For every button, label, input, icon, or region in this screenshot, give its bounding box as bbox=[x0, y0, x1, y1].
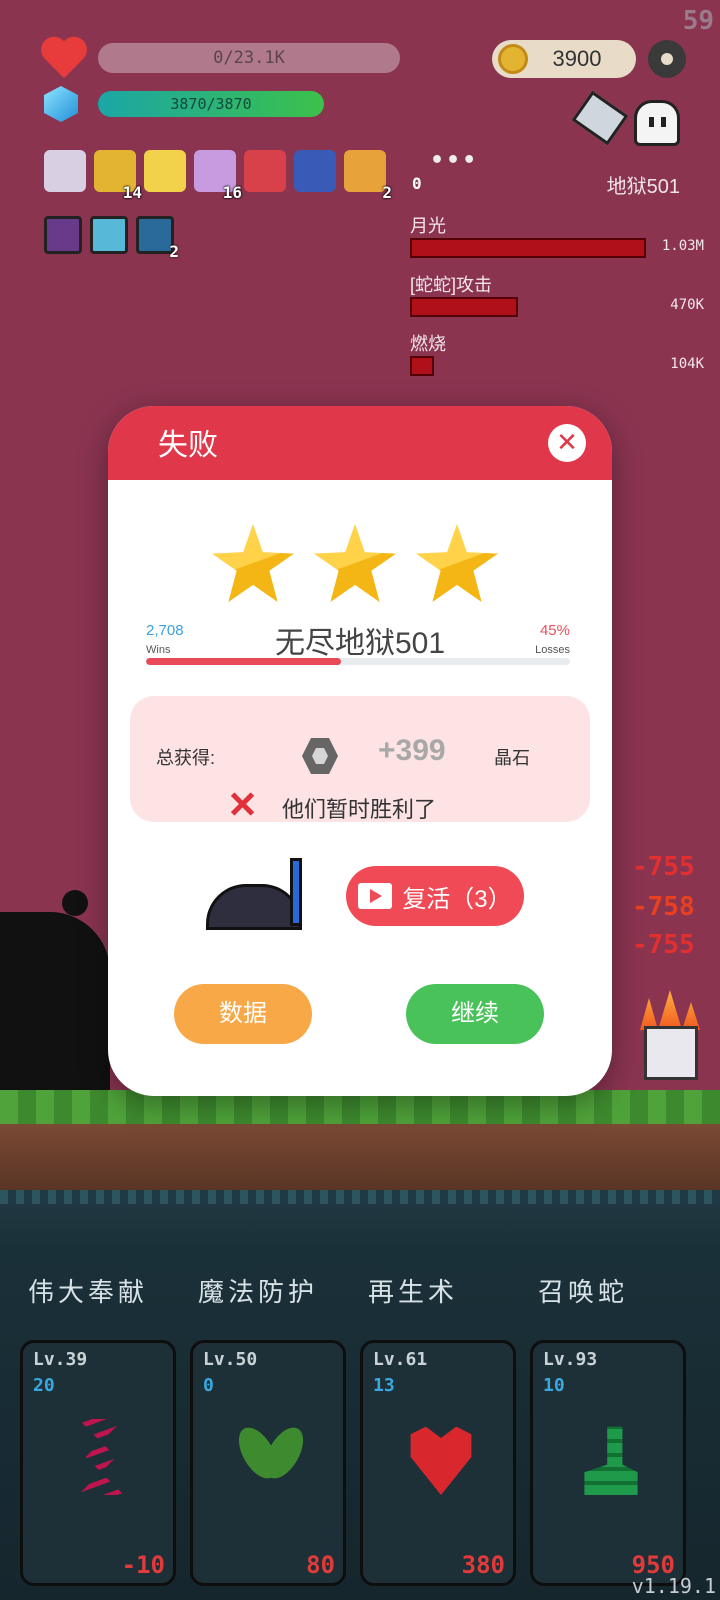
skill-cost: 380 bbox=[461, 1551, 505, 1579]
skill-name: 伟大奉献 bbox=[28, 1277, 149, 1307]
star-rating bbox=[212, 524, 498, 602]
skill-name: 召唤蛇 bbox=[538, 1277, 629, 1307]
data-button[interactable]: 数据 bbox=[174, 984, 312, 1044]
revive-label: 复活（3） bbox=[402, 885, 512, 913]
reward-amount: +399 bbox=[378, 734, 446, 767]
continue-button[interactable]: 继续 bbox=[406, 984, 544, 1044]
dialog-header: 失败 ✕ bbox=[108, 406, 612, 480]
win-progress-track bbox=[146, 658, 570, 665]
skill-count: 0 bbox=[203, 1375, 214, 1396]
cross-icon bbox=[230, 792, 254, 816]
reward-label: 总获得: bbox=[156, 748, 216, 768]
result-dialog: 失败 ✕ 2,708 Wins 无尽地狱501 45% Losses 总获得: … bbox=[108, 406, 612, 1096]
close-button[interactable]: ✕ bbox=[548, 424, 586, 462]
skill-card[interactable]: Lv.93 10 950 bbox=[530, 1340, 686, 1586]
skill-count: 10 bbox=[543, 1375, 565, 1396]
dna-icon bbox=[78, 1419, 124, 1495]
panel-strip bbox=[0, 1190, 720, 1204]
dialog-title: 失败 bbox=[158, 429, 218, 462]
reward-unit: 晶石 bbox=[494, 748, 530, 768]
skill-name: 魔法防护 bbox=[198, 1277, 319, 1307]
grave-mound bbox=[206, 884, 302, 930]
skill-card[interactable]: Lv.50 0 80 bbox=[190, 1340, 346, 1586]
video-ad-icon bbox=[358, 883, 393, 909]
losses-value: 45% bbox=[539, 622, 570, 639]
skill-count: 13 bbox=[373, 1375, 395, 1396]
tombstone-icon bbox=[206, 858, 318, 930]
winged-heart-icon bbox=[410, 1426, 472, 1495]
skill-level: Lv.50 bbox=[203, 1349, 258, 1370]
reward-box: 总获得: +399 晶石 他们暂时胜利了 bbox=[130, 696, 590, 822]
star-icon bbox=[212, 524, 294, 602]
version-label: v1.19.1 bbox=[631, 1574, 716, 1598]
skill-name: 再生术 bbox=[368, 1277, 459, 1307]
skill-level: Lv.39 bbox=[33, 1349, 88, 1370]
skill-count: 20 bbox=[33, 1375, 55, 1396]
skill-card[interactable]: Lv.39 20 -10 bbox=[20, 1340, 176, 1586]
skill-cost: -10 bbox=[121, 1551, 165, 1579]
crystal-icon bbox=[302, 738, 338, 774]
revive-button[interactable]: 复活（3） bbox=[346, 866, 524, 926]
leaf-icon bbox=[233, 1419, 309, 1495]
skill-level: Lv.93 bbox=[543, 1349, 598, 1370]
sword-icon bbox=[290, 858, 302, 926]
defeat-message: 他们暂时胜利了 bbox=[282, 797, 437, 822]
losses-label: Losses bbox=[535, 644, 570, 656]
win-progress-fill bbox=[146, 658, 342, 665]
snake-icon bbox=[584, 1426, 638, 1495]
star-icon bbox=[314, 524, 396, 602]
star-icon bbox=[416, 524, 498, 602]
skill-level: Lv.61 bbox=[373, 1349, 428, 1370]
skill-card[interactable]: Lv.61 13 380 bbox=[360, 1340, 516, 1586]
skill-cost: 80 bbox=[306, 1551, 335, 1579]
